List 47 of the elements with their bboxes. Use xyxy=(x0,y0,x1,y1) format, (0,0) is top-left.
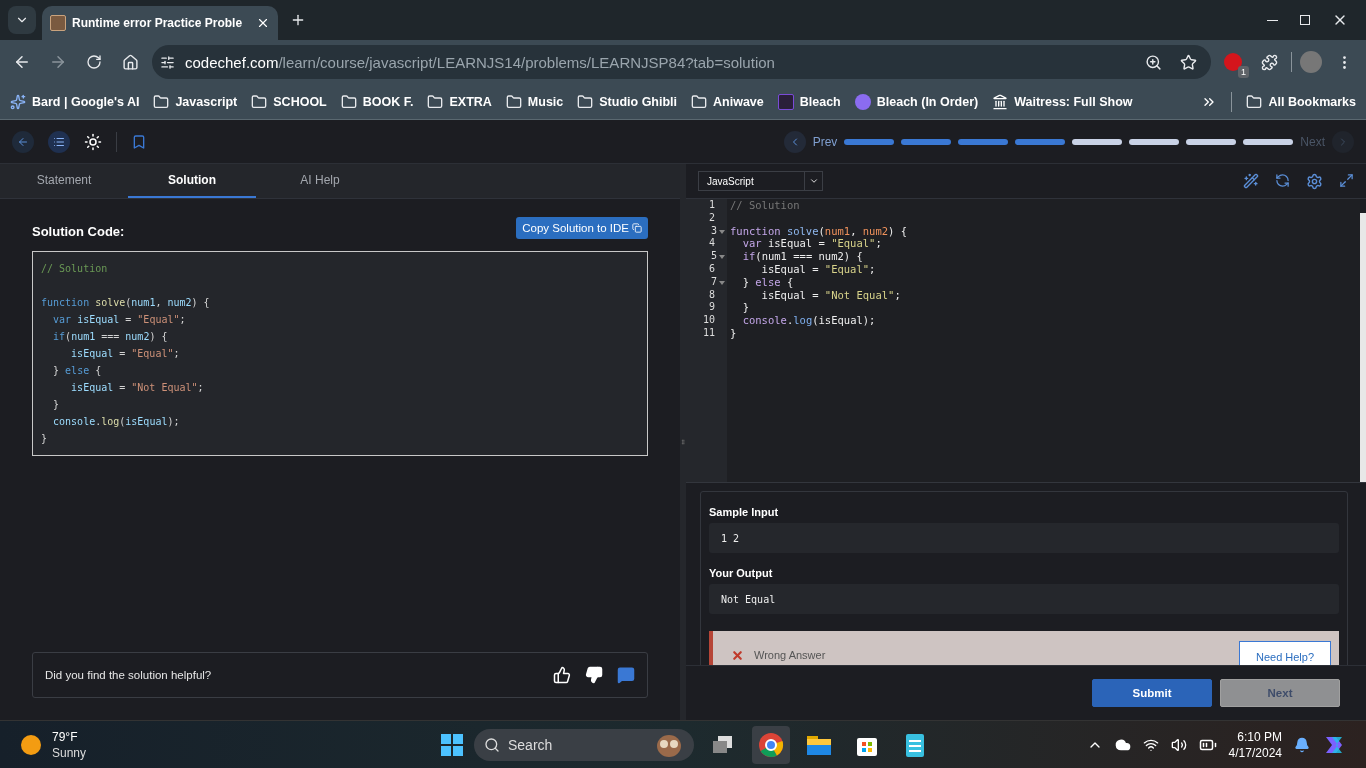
bookmark-link[interactable]: Aniwave xyxy=(713,94,764,109)
bookmark-link[interactable]: Bleach xyxy=(799,94,841,109)
bookmark-link[interactable]: Bard | Google's AI xyxy=(32,94,140,109)
copy-solution-button[interactable]: Copy Solution to IDE xyxy=(516,216,648,239)
panel-tab[interactable]: Solution xyxy=(128,164,256,198)
bookmark-link[interactable]: All Bookmarks xyxy=(1268,94,1356,109)
panel-tab[interactable]: AI Help xyxy=(256,164,384,198)
output-box: Not Equal xyxy=(709,584,1339,614)
bookmark-link[interactable]: SCHOOL xyxy=(273,94,327,109)
sample-input-box: 1 2 xyxy=(709,523,1339,553)
verdict-text: Wrong Answer xyxy=(754,649,827,661)
feedback-question: Did you find the solution helpful? xyxy=(45,669,213,681)
field-label: Your Output xyxy=(709,567,774,579)
line-number: 10 xyxy=(702,314,715,327)
line-number: 7 xyxy=(710,275,717,289)
field-label: Sample Input xyxy=(709,506,780,518)
line-number: 8 xyxy=(708,288,715,302)
bookmark-link[interactable]: Bleach (In Order) xyxy=(876,94,979,109)
submit-button[interactable]: Submit xyxy=(1092,679,1212,707)
extension-button[interactable]: 1 xyxy=(1219,48,1247,76)
need-help-button[interactable]: Need Help? xyxy=(1239,641,1331,665)
line-number: 6 xyxy=(708,263,715,276)
bookmark-link[interactable]: BOOK F. xyxy=(362,94,414,109)
line-number: 4 xyxy=(708,237,715,251)
language-select[interactable]: JavaScript xyxy=(698,171,823,191)
clock-time[interactable]: 6:10 PM xyxy=(1237,728,1282,745)
browser-tab[interactable]: Runtime error Practice Proble xyxy=(42,6,278,40)
clock-date[interactable]: 4/17/2024 xyxy=(1228,744,1282,761)
bookmark-link[interactable]: Studio Ghibli xyxy=(599,94,678,109)
bookmark-link[interactable]: Javascript xyxy=(175,94,238,109)
solution-code-block: // Solution function solve(num1, num2) { var isEqual = "Equal"; if(num1 === num2) { isEqual = "Equal"; } else { isEqual = "Not Equal"; } console.log(isEqual); } xyxy=(32,251,648,456)
panel-tab[interactable]: Statement xyxy=(0,164,128,198)
prev-link[interactable]: Prev xyxy=(812,134,838,149)
line-number: 2 xyxy=(708,211,715,225)
line-number: 1 xyxy=(708,199,715,212)
address-field[interactable]: codechef.com/learn/course/javascript/LEARNJS14/problems/LEARNJSP84?tab=solution xyxy=(152,45,1211,79)
bookmark-link[interactable]: Waitress: Full Show xyxy=(1014,94,1133,109)
line-number: 5 xyxy=(710,250,717,263)
taskbar-search-field[interactable]: Search xyxy=(474,728,694,761)
bookmark-link[interactable]: Music xyxy=(527,94,564,109)
line-number: 11 xyxy=(702,326,715,340)
line-number: 9 xyxy=(708,301,715,315)
weather-text: Sunny xyxy=(52,744,87,761)
section-heading: Solution Code: xyxy=(32,224,125,239)
temperature-text: 79°F xyxy=(52,728,79,745)
line-number: 3 xyxy=(710,224,717,238)
bookmark-link[interactable]: EXTRA xyxy=(449,94,492,109)
